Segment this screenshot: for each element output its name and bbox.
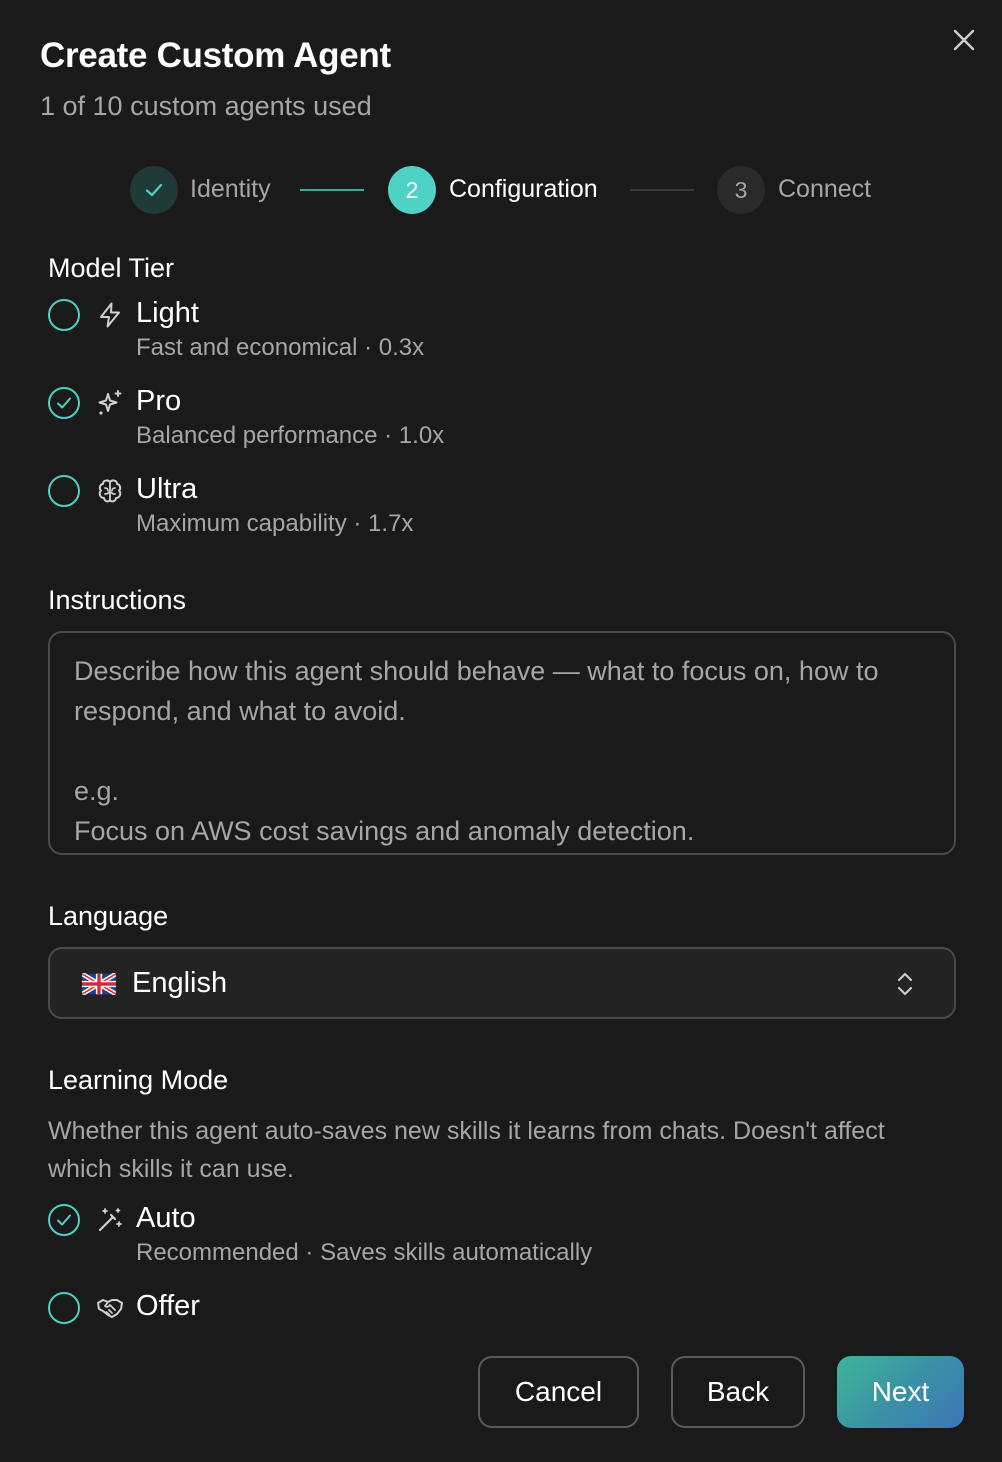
radio-light[interactable]: [48, 299, 80, 331]
step-connect-marker[interactable]: 3: [717, 166, 765, 214]
instructions-textarea[interactable]: Describe how this agent should behave — …: [48, 631, 956, 855]
uk-flag-icon: [82, 973, 116, 995]
radio-offer[interactable]: [48, 1292, 80, 1324]
model-tier-label: Model Tier: [48, 253, 175, 283]
close-icon: [953, 29, 975, 51]
option-title: Light: [136, 297, 199, 329]
chevron-up-down-icon: [897, 972, 913, 996]
language-label: Language: [48, 901, 169, 931]
step-connector-2: [630, 189, 694, 191]
radio-auto[interactable]: [48, 1204, 80, 1236]
option-title: Auto: [136, 1202, 196, 1234]
back-button[interactable]: Back: [671, 1356, 805, 1428]
option-desc: Balanced performance · 1.0x: [136, 422, 445, 449]
model-tier-option-light[interactable]: Light Fast and economical · 0.3x: [48, 297, 748, 369]
learning-mode-label: Learning Mode: [48, 1065, 229, 1095]
instructions-placeholder: Describe how this agent should behave — …: [74, 656, 879, 846]
model-tier-option-ultra[interactable]: Ultra Maximum capability · 1.7x: [48, 473, 748, 545]
language-select[interactable]: English: [48, 947, 956, 1019]
step-connector-1: [300, 189, 364, 191]
check-icon: [145, 183, 163, 197]
option-title: Pro: [136, 385, 182, 417]
magic-wand-icon: [98, 1208, 122, 1232]
create-agent-dialog: Create Custom Agent 1 of 10 custom agent…: [0, 0, 1002, 1462]
stepper: Identity 2 Configuration 3 Connect: [0, 166, 1002, 216]
option-desc: Maximum capability · 1.7x: [136, 510, 414, 537]
option-desc: Recommended · Saves skills automatically: [136, 1239, 593, 1266]
close-button[interactable]: [946, 22, 982, 58]
handshake-icon: [97, 1299, 123, 1318]
check-icon: [57, 1214, 71, 1226]
learning-mode-option-offer[interactable]: Offer: [48, 1290, 748, 1362]
lightning-icon: [100, 302, 120, 328]
step-identity-label[interactable]: Identity: [190, 175, 271, 204]
step-configuration-label[interactable]: Configuration: [449, 175, 598, 204]
option-title: Ultra: [136, 473, 198, 505]
option-desc: Fast and economical · 0.3x: [136, 334, 425, 361]
next-button[interactable]: Next: [837, 1356, 964, 1428]
brain-icon: [98, 479, 122, 503]
learning-mode-option-auto[interactable]: Auto Recommended · Saves skills automati…: [48, 1202, 748, 1274]
radio-ultra[interactable]: [48, 475, 80, 507]
option-title: Offer: [136, 1290, 200, 1322]
step-identity-marker[interactable]: [130, 166, 178, 214]
dialog-title: Create Custom Agent: [40, 36, 391, 75]
sparkles-icon: [98, 390, 122, 415]
radio-pro[interactable]: [48, 387, 80, 419]
language-value: English: [132, 967, 228, 999]
learning-mode-description: Whether this agent auto-saves new skills…: [48, 1117, 885, 1183]
check-icon: [57, 397, 71, 409]
dialog-subtitle: 1 of 10 custom agents used: [40, 91, 372, 121]
step-configuration-marker[interactable]: 2: [388, 166, 436, 214]
instructions-label: Instructions: [48, 585, 187, 615]
model-tier-option-pro[interactable]: Pro Balanced performance · 1.0x: [48, 385, 748, 457]
step-connect-label[interactable]: Connect: [778, 175, 871, 204]
cancel-button[interactable]: Cancel: [478, 1356, 639, 1428]
